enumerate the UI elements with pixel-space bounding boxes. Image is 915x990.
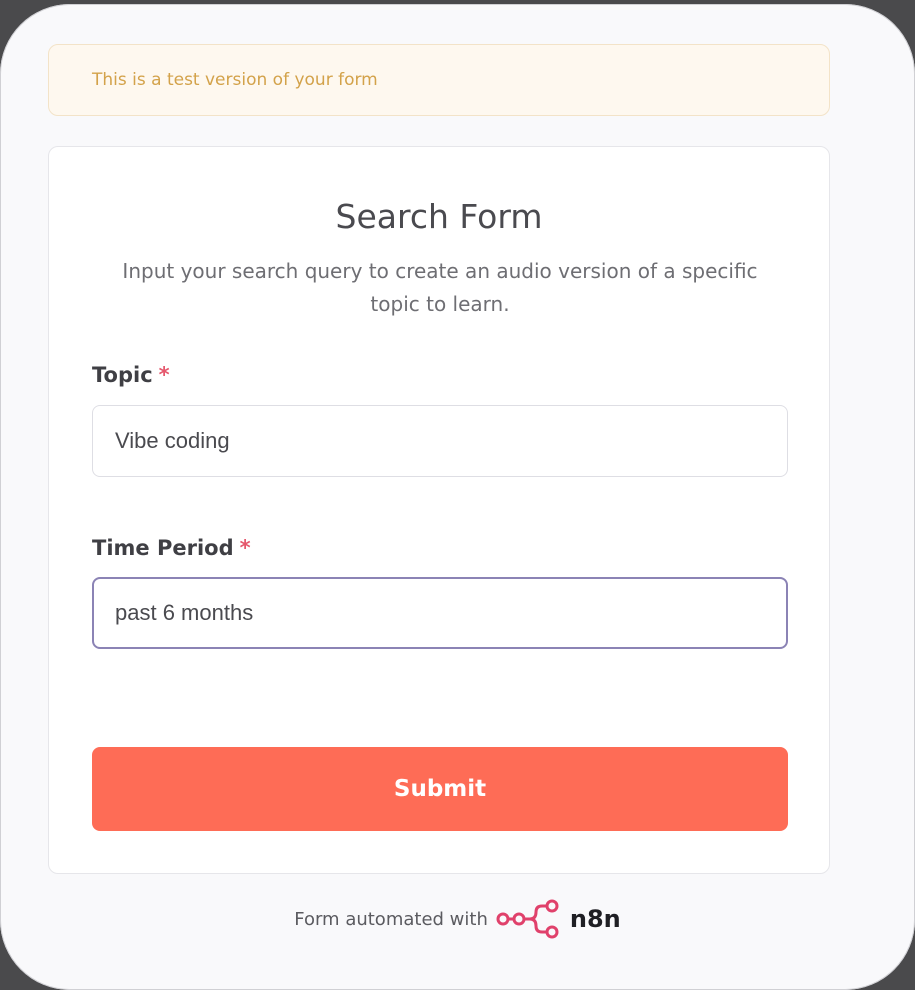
time-period-input[interactable] [92, 577, 788, 649]
form-title: Search Form [335, 197, 543, 236]
footer-text: Form automated with [294, 908, 488, 930]
n8n-logo-link[interactable]: n8n [496, 899, 621, 939]
topic-input[interactable] [92, 405, 788, 477]
topic-label: Topic * [92, 363, 170, 387]
n8n-logo-icon [496, 899, 559, 939]
footer: Form automated with n8n [0, 899, 915, 939]
banner-text: This is a test version of your form [92, 70, 378, 90]
n8n-logo-text: n8n [569, 905, 621, 933]
topic-required-mark: * [158, 363, 170, 387]
test-version-banner: This is a test version of your form [48, 44, 830, 116]
window-frame: This is a test version of your form Sear… [0, 4, 915, 990]
form-description: Input your search query to create an aud… [122, 259, 758, 316]
time-period-label-text: Time Period [92, 536, 234, 560]
submit-button[interactable]: Submit [92, 747, 788, 831]
form-card: Search Form Input your search query to c… [48, 146, 830, 874]
topic-label-text: Topic [92, 363, 153, 387]
time-period-label: Time Period * [92, 536, 251, 560]
time-period-required-mark: * [239, 536, 251, 560]
